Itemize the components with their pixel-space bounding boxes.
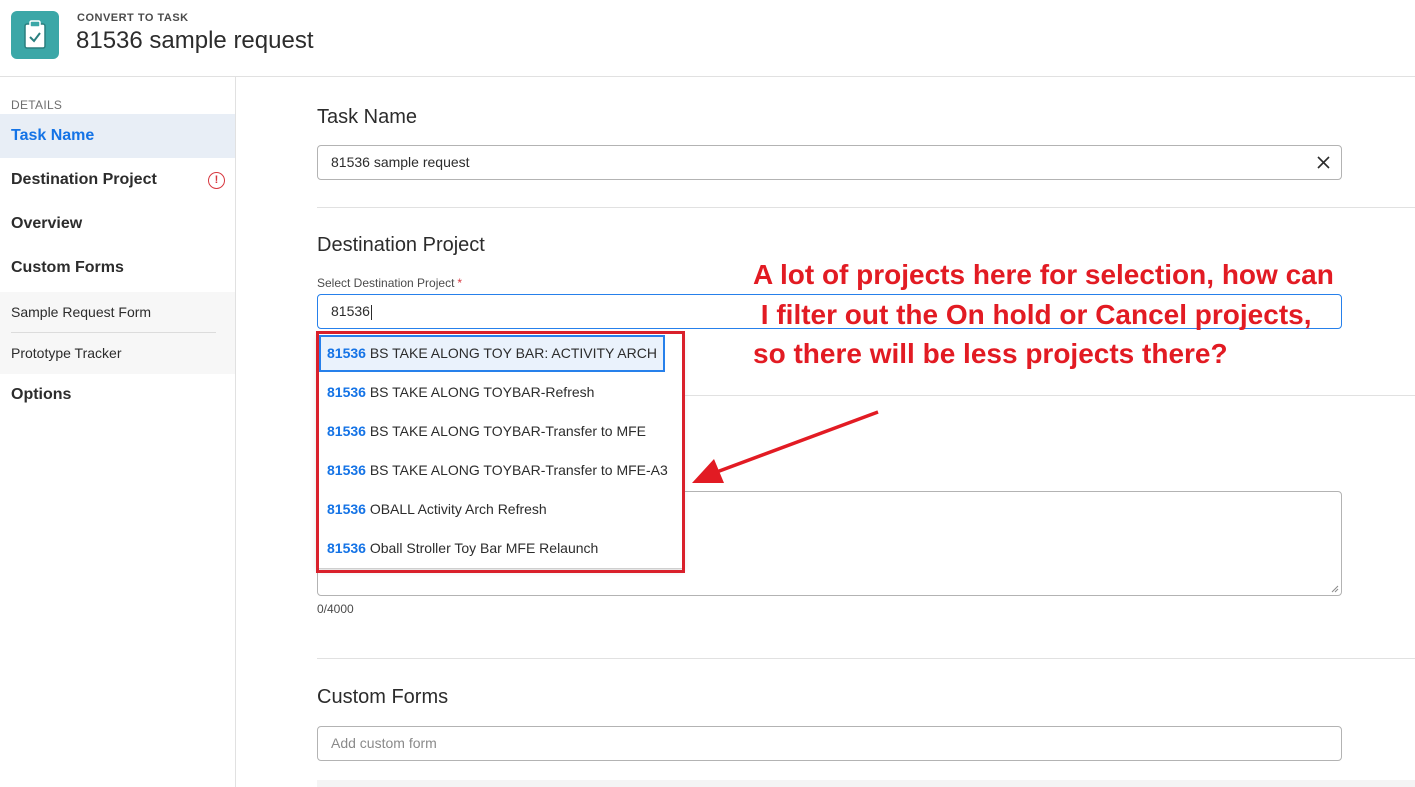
custom-forms-heading: Custom Forms <box>317 686 449 708</box>
option-match: 81536 <box>327 384 366 400</box>
option-match: 81536 <box>327 462 366 478</box>
sidebar-item-label: Prototype Tracker <box>11 345 122 361</box>
destination-project-label: Select Destination Project * <box>317 276 462 290</box>
sidebar-item-label: Custom Forms <box>11 259 124 276</box>
sidebar: DETAILS Task Name Destination Project ! … <box>0 77 236 787</box>
custom-form-placeholder: Add custom form <box>331 735 437 751</box>
sidebar-item-label: Task Name <box>11 127 95 144</box>
task-name-value: 81536 sample request <box>331 154 470 170</box>
bottom-strip <box>317 780 1415 787</box>
option-match: 81536 <box>327 345 366 361</box>
section-divider <box>317 207 1415 208</box>
dropdown-option[interactable]: 81536 BS TAKE ALONG TOYBAR-Refresh <box>319 374 665 411</box>
project-dropdown: 81536 BS TAKE ALONG TOY BAR: ACTIVITY AR… <box>317 333 683 569</box>
text-caret <box>370 304 372 320</box>
sidebar-item-destination-project[interactable]: Destination Project ! <box>0 158 235 202</box>
annotation-arrow-icon <box>692 410 879 483</box>
sidebar-item-options[interactable]: Options <box>0 373 235 417</box>
annotation-line: A lot of projects here for selection, ho… <box>753 259 1334 290</box>
sidebar-item-overview[interactable]: Overview <box>0 202 235 246</box>
dropdown-option[interactable]: 81536 OBALL Activity Arch Refresh <box>319 491 665 528</box>
option-text: BS TAKE ALONG TOY BAR: ACTIVITY ARCH <box>365 345 657 361</box>
annotation-line: so there will be less projects there? <box>753 338 1228 369</box>
sidebar-item-label: Overview <box>11 215 83 232</box>
dropdown-option[interactable]: 81536 BS TAKE ALONG TOY BAR: ACTIVITY AR… <box>319 335 665 372</box>
sidebar-item-custom-forms[interactable]: Custom Forms <box>0 246 235 290</box>
destination-project-heading: Destination Project <box>317 234 485 256</box>
clipboard-check-icon <box>11 11 59 59</box>
sidebar-subitem-sample-request-form[interactable]: Sample Request Form <box>0 292 235 333</box>
resize-handle-icon[interactable] <box>1329 583 1339 593</box>
option-text: OBALL Activity Arch Refresh <box>365 501 547 517</box>
section-divider <box>317 658 1415 659</box>
task-name-input[interactable]: 81536 sample request <box>317 145 1342 180</box>
option-text: BS TAKE ALONG TOYBAR-Refresh <box>365 384 595 400</box>
header-kicker: CONVERT TO TASK <box>77 12 189 24</box>
option-match: 81536 <box>327 423 366 439</box>
sidebar-item-task-name[interactable]: Task Name <box>0 114 235 158</box>
page-title: 81536 sample request <box>76 27 314 54</box>
sidebar-subitem-prototype-tracker[interactable]: Prototype Tracker <box>0 333 235 374</box>
sidebar-item-label: Destination Project <box>11 171 157 188</box>
option-text: BS TAKE ALONG TOYBAR-Transfer to MFE-A3 <box>365 462 668 478</box>
page-header: CONVERT TO TASK 81536 sample request <box>0 0 1415 77</box>
sidebar-section-label: DETAILS <box>11 98 63 112</box>
annotation-line: I filter out the On hold or Cancel proje… <box>753 298 1312 330</box>
alert-icon: ! <box>208 172 225 189</box>
required-marker: * <box>457 276 463 290</box>
destination-project-value: 81536 <box>331 303 370 319</box>
option-text: Oball Stroller Toy Bar MFE Relaunch <box>365 540 599 556</box>
dropdown-option[interactable]: 81536 BS TAKE ALONG TOYBAR-Transfer to M… <box>319 452 668 489</box>
dropdown-option[interactable]: 81536 Oball Stroller Toy Bar MFE Relaunc… <box>319 530 665 567</box>
custom-form-input[interactable]: Add custom form <box>317 726 1342 761</box>
character-counter: 0/4000 <box>317 602 354 616</box>
dropdown-option[interactable]: 81536 BS TAKE ALONG TOYBAR-Transfer to M… <box>319 413 665 450</box>
field-label-text: Select Destination Project <box>317 276 455 290</box>
task-name-heading: Task Name <box>317 106 418 128</box>
sidebar-item-label: Sample Request Form <box>11 304 152 320</box>
option-text: BS TAKE ALONG TOYBAR-Transfer to MFE <box>365 423 647 439</box>
sidebar-item-label: Options <box>11 386 72 403</box>
clear-icon[interactable] <box>1316 155 1331 170</box>
option-match: 81536 <box>327 501 366 517</box>
option-match: 81536 <box>327 540 366 556</box>
annotation-text: A lot of projects here for selection, ho… <box>753 255 1393 374</box>
